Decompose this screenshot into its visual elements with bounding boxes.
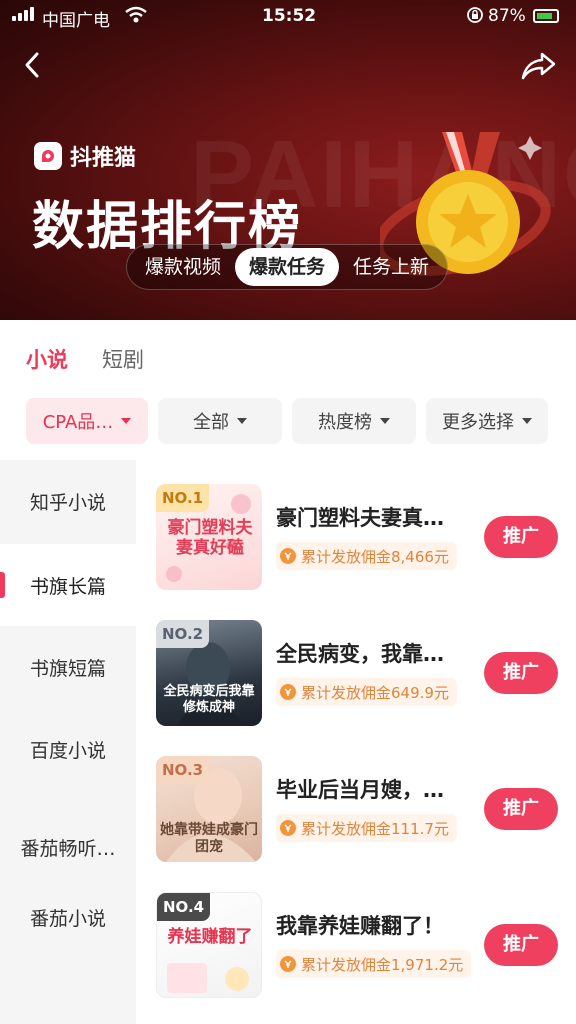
sidebar-item-shuqi-short[interactable]: 书旗短篇	[0, 626, 136, 708]
cover-title: 豪门塑料夫妻真好磕	[167, 518, 253, 558]
carrier-label: 中国广电	[42, 11, 110, 31]
sidebar-item-label: 知乎小说	[29, 491, 106, 514]
commission-text: 累计发放佣金1,971.2元	[301, 955, 464, 974]
tab-new-tasks[interactable]: 任务上新	[339, 248, 443, 286]
coin-icon	[280, 548, 296, 564]
list-item[interactable]: NO.2 全民病变后我靠修炼成神 全民病变，我靠… 累计发放佣金649.9元 推…	[136, 596, 576, 732]
coin-icon	[280, 956, 296, 972]
rank-badge: NO.3	[156, 756, 210, 784]
caret-down-icon	[237, 418, 247, 424]
book-cover[interactable]: NO.2 全民病变后我靠修炼成神	[156, 620, 262, 726]
ranking-list: NO.1 豪门塑料夫妻真好磕 豪门塑料夫妻真… 累计发放佣金8,466元 推广	[136, 460, 576, 1024]
filter-bar: CPA品… 全部 热度榜 更多选择	[26, 398, 548, 444]
rank-badge: NO.2	[156, 620, 210, 648]
sidebar-item-label: 番茄小说	[29, 907, 106, 930]
battery-icon	[533, 9, 559, 23]
brand: 抖推猫	[34, 140, 136, 172]
tab-short-drama[interactable]: 短剧	[102, 344, 144, 374]
filter-heat-rank[interactable]: 热度榜	[292, 398, 416, 444]
book-title: 全民病变，我靠…	[276, 642, 444, 666]
coin-icon	[280, 820, 296, 836]
sidebar-item-zhihu[interactable]: 知乎小说	[0, 460, 136, 542]
list-item[interactable]: NO.4 养娃赚翻了 我靠养娃赚翻了！ 累计发放佣金1,971.2元 推广	[136, 868, 576, 1004]
back-button[interactable]	[18, 50, 48, 80]
book-cover[interactable]: NO.3 她靠带娃成豪门团宠	[156, 756, 262, 862]
wifi-icon	[124, 6, 148, 29]
filter-cpa[interactable]: CPA品…	[26, 398, 148, 444]
commission-badge: 累计发放佣金111.7元	[276, 814, 457, 842]
caret-down-icon	[121, 418, 132, 424]
promote-button[interactable]: 推广	[484, 788, 558, 830]
hero-banner: PAIHANG 中国广电 15:52 87% 抖推	[0, 0, 576, 320]
book-cover[interactable]: NO.4 养娃赚翻了	[156, 892, 262, 998]
rank-badge: NO.1	[156, 484, 210, 512]
sidebar-item-label: 书旗短篇	[29, 657, 106, 680]
sidebar-item-label: 书旗长篇	[29, 575, 106, 598]
filter-more[interactable]: 更多选择	[426, 398, 548, 444]
tab-hot-tasks[interactable]: 爆款任务	[235, 248, 339, 286]
sidebar-item-fanqie-novel[interactable]: 番茄小说	[0, 876, 136, 958]
filter-label: CPA品…	[42, 412, 114, 433]
share-icon	[521, 52, 556, 80]
platform-sidebar: 知乎小说 书旗长篇 书旗短篇 百度小说 番茄畅听… 番茄小说	[0, 460, 136, 1024]
promote-button[interactable]: 推广	[484, 652, 558, 694]
caret-down-icon	[522, 418, 532, 424]
sidebar-item-label: 番茄畅听…	[20, 837, 116, 860]
book-title: 毕业后当月嫂，…	[276, 778, 444, 802]
cover-title: 她靠带娃成豪门团宠	[160, 822, 258, 855]
book-title: 我靠养娃赚翻了！	[276, 914, 444, 938]
filter-label: 全部	[193, 412, 229, 433]
content-panel: 小说 短剧 CPA品… 全部 热度榜 更多选择 知乎小说 书旗长篇 书旗短篇 百…	[0, 320, 576, 1024]
hero-tab-bar: 爆款视频 爆款任务 任务上新	[126, 244, 448, 290]
list-item[interactable]: NO.1 豪门塑料夫妻真好磕 豪门塑料夫妻真… 累计发放佣金8,466元 推广	[136, 460, 576, 596]
rank-badge: NO.4	[157, 893, 211, 921]
brand-logo-icon	[34, 142, 62, 170]
commission-text: 累计发放佣金649.9元	[301, 683, 449, 702]
book-title: 豪门塑料夫妻真…	[276, 506, 444, 530]
promote-button[interactable]: 推广	[484, 516, 558, 558]
clock: 15:52	[262, 6, 317, 26]
tab-novel[interactable]: 小说	[26, 344, 68, 374]
commission-badge: 累计发放佣金649.9元	[276, 678, 457, 706]
coin-icon	[280, 684, 296, 700]
commission-badge: 累计发放佣金8,466元	[276, 542, 457, 570]
commission-text: 累计发放佣金111.7元	[301, 819, 449, 838]
category-tabs: 小说 短剧	[26, 344, 144, 374]
status-bar: 中国广电 15:52 87%	[0, 0, 576, 34]
share-button[interactable]	[520, 50, 558, 82]
filter-label: 更多选择	[442, 412, 514, 433]
list-item[interactable]: NO.3 她靠带娃成豪门团宠 毕业后当月嫂，… 累计发放佣金111.7元 推广	[136, 732, 576, 868]
brand-name: 抖推猫	[70, 146, 137, 171]
rotation-lock-icon	[466, 6, 484, 29]
signal-icon	[12, 7, 34, 21]
filter-label: 热度榜	[318, 412, 372, 433]
commission-badge: 累计发放佣金1,971.2元	[276, 950, 472, 978]
filter-all[interactable]: 全部	[158, 398, 282, 444]
sidebar-item-shuqi-long[interactable]: 书旗长篇	[0, 544, 136, 626]
chevron-left-icon	[25, 52, 39, 78]
book-cover[interactable]: NO.1 豪门塑料夫妻真好磕	[156, 484, 262, 590]
promote-button[interactable]: 推广	[484, 924, 558, 966]
cover-title: 养娃赚翻了	[167, 927, 253, 947]
battery-percent: 87%	[488, 6, 526, 26]
sidebar-item-label: 百度小说	[29, 739, 106, 762]
commission-text: 累计发放佣金8,466元	[301, 547, 449, 566]
caret-down-icon	[380, 418, 390, 424]
cover-title: 全民病变后我靠修炼成神	[163, 684, 255, 715]
page: PAIHANG 中国广电 15:52 87% 抖推	[0, 0, 576, 1024]
sidebar-item-baidu[interactable]: 百度小说	[0, 708, 136, 790]
tab-hot-videos[interactable]: 爆款视频	[131, 248, 235, 286]
